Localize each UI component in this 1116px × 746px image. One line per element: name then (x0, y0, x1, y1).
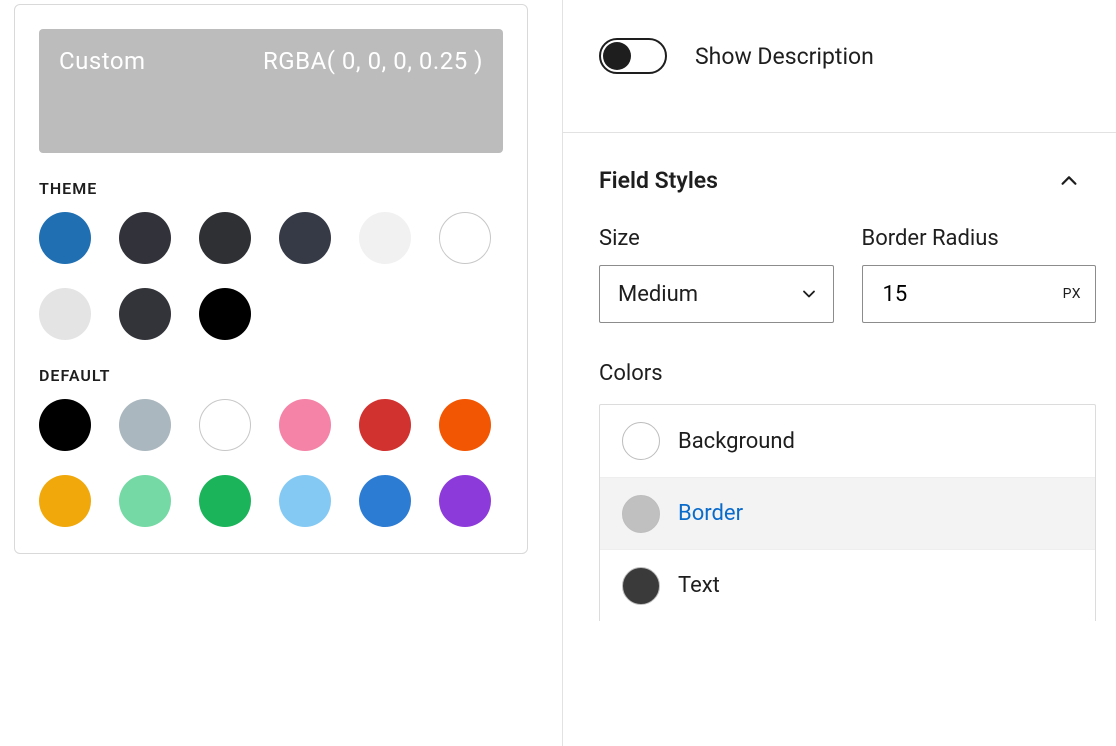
theme-swatch-0[interactable] (39, 212, 91, 264)
chevron-down-icon (799, 284, 819, 304)
color-picker-popover: Custom RGBA( 0, 0, 0, 0.25 ) THEME DEFAU… (14, 4, 528, 554)
inspector-sidebar: Show Description Field Styles Size Mediu… (562, 0, 1116, 746)
color-row-border[interactable]: Border (600, 477, 1095, 549)
default-swatch-8[interactable] (199, 475, 251, 527)
background-swatch-icon (622, 422, 660, 460)
show-description-toggle[interactable] (599, 38, 667, 74)
show-description-label: Show Description (695, 43, 874, 70)
theme-swatch-7[interactable] (119, 288, 171, 340)
colors-label: Colors (563, 361, 1116, 386)
border-row-label: Border (678, 501, 743, 526)
theme-swatch-5[interactable] (439, 212, 491, 264)
field-styles-header[interactable]: Field Styles (563, 133, 1116, 226)
default-swatch-9[interactable] (279, 475, 331, 527)
panel-title: Field Styles (599, 167, 718, 194)
default-swatch-4[interactable] (359, 399, 411, 451)
colors-list: Background Border Text (599, 404, 1096, 621)
theme-swatch-8[interactable] (199, 288, 251, 340)
custom-value: RGBA( 0, 0, 0, 0.25 ) (263, 47, 483, 75)
theme-swatch-3[interactable] (279, 212, 331, 264)
default-swatch-10[interactable] (359, 475, 411, 527)
theme-section-label: THEME (39, 179, 503, 198)
theme-swatch-6[interactable] (39, 288, 91, 340)
theme-swatch-4[interactable] (359, 212, 411, 264)
default-swatch-0[interactable] (39, 399, 91, 451)
border-radius-input[interactable] (881, 281, 1063, 308)
custom-color-box[interactable]: Custom RGBA( 0, 0, 0, 0.25 ) (39, 29, 503, 153)
default-swatch-3[interactable] (279, 399, 331, 451)
default-swatch-7[interactable] (119, 475, 171, 527)
theme-swatch-1[interactable] (119, 212, 171, 264)
toggle-knob (603, 42, 631, 70)
size-label: Size (599, 226, 834, 251)
border-swatch-icon (622, 495, 660, 533)
default-swatch-1[interactable] (119, 399, 171, 451)
custom-label: Custom (59, 47, 146, 75)
background-row-label: Background (678, 429, 795, 454)
border-radius-field[interactable]: PX (862, 265, 1097, 323)
text-row-label: Text (678, 573, 720, 598)
default-swatch-5[interactable] (439, 399, 491, 451)
text-swatch-icon (622, 567, 660, 605)
size-select[interactable]: Medium (599, 265, 834, 323)
border-radius-label: Border Radius (862, 226, 1097, 251)
size-value: Medium (618, 282, 698, 307)
theme-swatch-2[interactable] (199, 212, 251, 264)
default-swatch-11[interactable] (439, 475, 491, 527)
color-row-text[interactable]: Text (600, 549, 1095, 621)
default-swatch-6[interactable] (39, 475, 91, 527)
default-section-label: DEFAULT (39, 366, 503, 385)
chevron-up-icon (1058, 170, 1080, 192)
color-row-background[interactable]: Background (600, 405, 1095, 477)
unit-label: PX (1063, 286, 1081, 302)
default-swatch-2[interactable] (199, 399, 251, 451)
